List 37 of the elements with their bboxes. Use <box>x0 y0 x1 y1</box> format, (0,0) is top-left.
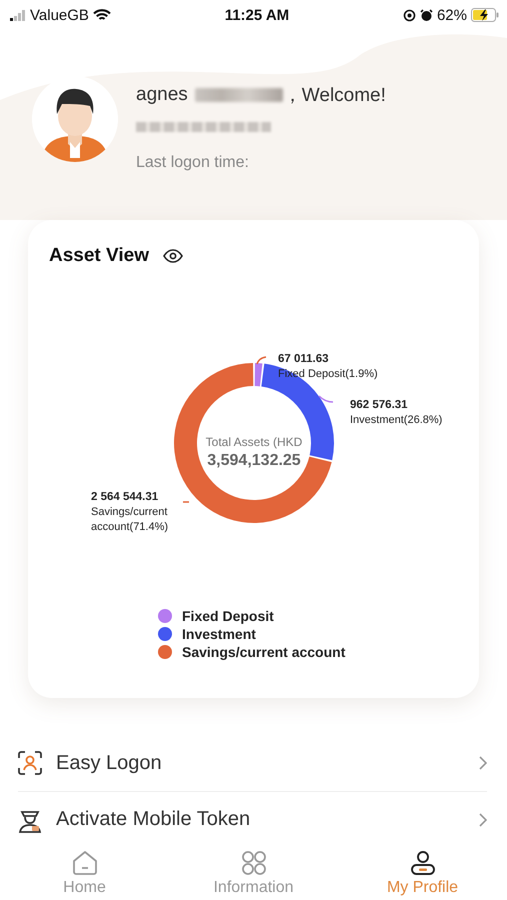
welcome-text: ，Welcome! <box>282 84 386 108</box>
tab-item[interactable]: Information <box>169 850 338 900</box>
battery-percent: 62% <box>436 6 467 24</box>
tab-item[interactable]: My Profile <box>338 850 507 900</box>
menu-item[interactable]: Activate Mobile Token <box>18 791 487 847</box>
tab-item[interactable]: Home <box>0 850 169 900</box>
alarm-icon <box>420 8 433 22</box>
orientation-lock-icon <box>402 8 416 22</box>
four-circles-icon <box>240 850 266 876</box>
chevron-right-icon <box>479 756 487 770</box>
home-icon <box>72 850 98 876</box>
leader-line <box>256 356 266 364</box>
clock-time: 11:25 AM <box>224 6 290 24</box>
eye-icon[interactable] <box>162 249 183 263</box>
leader-line <box>183 501 189 503</box>
leader-line <box>318 395 334 403</box>
card-title: Asset View <box>49 245 149 267</box>
carrier-name: ValueGB <box>30 6 89 24</box>
callout-value: 67 011.63 <box>278 352 330 367</box>
wifi-icon <box>92 8 111 22</box>
signal-icon <box>10 10 26 20</box>
callout-caption: Investment(26.8%) <box>350 414 442 426</box>
callout-caption: Savings/current account(71.4%) <box>91 505 170 535</box>
user-name: agnes <box>136 84 188 106</box>
chevron-right-icon <box>479 812 487 826</box>
callout-value: 2 564 544.31 <box>91 490 160 505</box>
legend-label: Savings/current account <box>182 644 346 660</box>
face-scan-icon <box>18 751 42 775</box>
legend-label: Fixed Deposit <box>182 608 274 624</box>
menu-item[interactable]: Easy Logon <box>18 735 487 791</box>
total-assets-label: Total Assets (HKD <box>204 435 304 449</box>
callout-value: 962 576.31 <box>350 398 409 413</box>
profile-icon <box>410 850 436 876</box>
legend-label: Investment <box>182 626 256 642</box>
last-logon-label: Last logon time: <box>136 154 250 172</box>
battery-charging-icon <box>470 8 499 22</box>
total-assets-value: 3,594,132.25 <box>206 452 302 470</box>
